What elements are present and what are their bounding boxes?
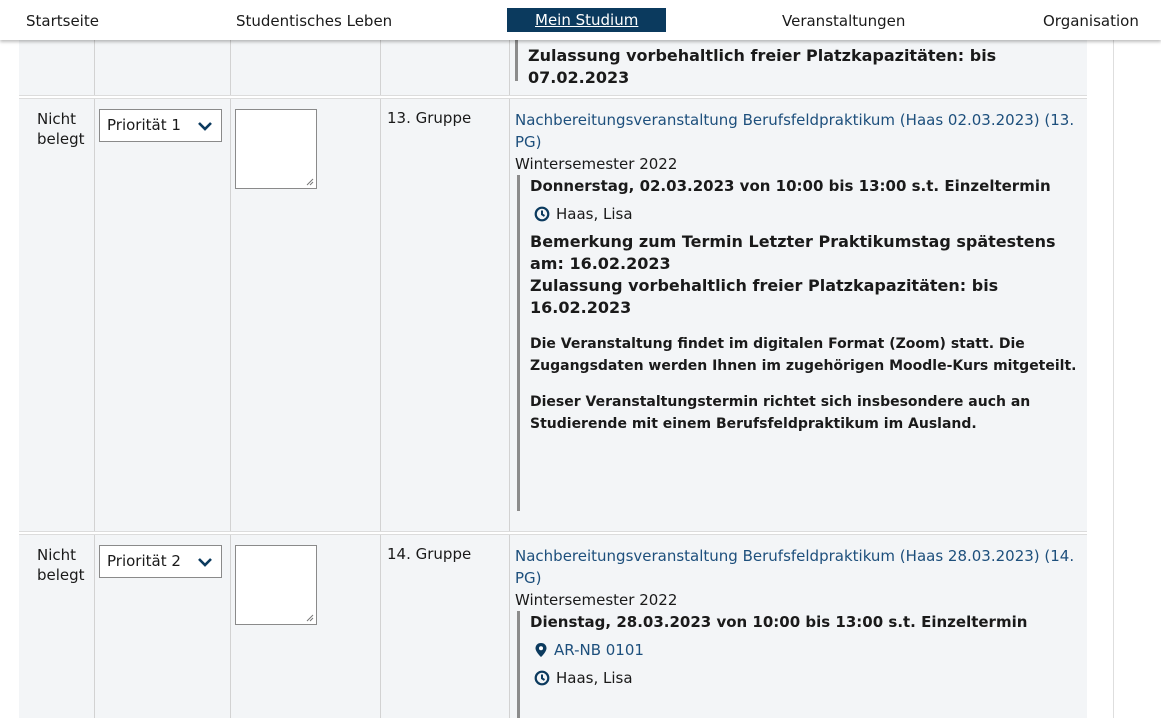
abroad-note: Dieser Veranstaltungstermin richtet sich…	[530, 394, 1031, 432]
priority-select[interactable]: Priorität 2	[99, 545, 222, 578]
priority-value: Priorität 2	[107, 552, 181, 570]
format-note: Die Veranstaltung findet im digitalen Fo…	[530, 336, 1077, 374]
top-navigation: Startseite Studentisches Leben Mein Stud…	[0, 0, 1161, 40]
table-row: Zulassung vorbehaltlich freier Platzkapa…	[19, 40, 1087, 96]
room-link[interactable]: AR-NB 0101	[554, 639, 644, 661]
course-title-link[interactable]: Nachbereitungsveranstaltung Berufsfeldpr…	[515, 545, 1085, 589]
appointment-details: Donnerstag, 02.03.2023 von 10:00 bis 13:…	[517, 175, 1085, 511]
nav-organisation[interactable]: Organisation	[1043, 12, 1139, 30]
appointment-date: Dienstag, 28.03.2023 von 10:00 bis 13:00…	[530, 613, 1028, 631]
lecturer-name: Haas, Lisa	[556, 669, 633, 687]
comment-textarea[interactable]	[235, 109, 317, 189]
semester: Wintersemester 2022	[515, 155, 678, 173]
priority-value: Priorität 1	[107, 116, 181, 134]
table-row: Nicht belegt Priorität 1 13. Gruppe Nach…	[19, 98, 1087, 532]
nav-startseite[interactable]: Startseite	[26, 12, 99, 30]
group-label: 14. Gruppe	[387, 545, 472, 563]
course-info: Nachbereitungsveranstaltung Berufsfeldpr…	[515, 109, 1085, 511]
group-label: 13. Gruppe	[387, 109, 472, 127]
admission-note: Zulassung vorbehaltlich freier Platzkapa…	[528, 46, 997, 87]
lecturer-name: Haas, Lisa	[556, 205, 633, 223]
chevron-down-icon	[198, 558, 212, 567]
table-row: Nicht belegt Priorität 2 14. Gruppe Nach…	[19, 534, 1087, 718]
course-title-link[interactable]: Nachbereitungsveranstaltung Berufsfeldpr…	[515, 109, 1085, 153]
appointment-remark: Bemerkung zum Termin Letzter Praktikumst…	[530, 232, 1056, 273]
map-pin-icon	[535, 643, 547, 657]
nav-studentisches-leben[interactable]: Studentisches Leben	[236, 12, 392, 30]
resize-grip-icon[interactable]	[306, 614, 314, 622]
semester: Wintersemester 2022	[515, 591, 678, 609]
resize-grip-icon[interactable]	[306, 178, 314, 186]
course-info: Nachbereitungsveranstaltung Berufsfeldpr…	[515, 545, 1085, 718]
nav-mein-studium[interactable]: Mein Studium	[507, 8, 667, 32]
enrollment-status: Nicht belegt	[37, 546, 85, 584]
clock-icon	[534, 206, 550, 222]
enrollment-status: Nicht belegt	[37, 110, 85, 148]
appointment-date: Donnerstag, 02.03.2023 von 10:00 bis 13:…	[530, 177, 1051, 195]
courses-table: Zulassung vorbehaltlich freier Platzkapa…	[19, 40, 1087, 718]
nav-veranstaltungen[interactable]: Veranstaltungen	[782, 12, 905, 30]
admission-note: Zulassung vorbehaltlich freier Platzkapa…	[530, 276, 999, 317]
priority-select[interactable]: Priorität 1	[99, 109, 222, 142]
clock-icon	[534, 670, 550, 686]
page-scrollbar[interactable]	[1113, 40, 1161, 718]
chevron-down-icon	[198, 122, 212, 131]
appointment-details: Dienstag, 28.03.2023 von 10:00 bis 13:00…	[517, 611, 1085, 718]
comment-textarea[interactable]	[235, 545, 317, 625]
